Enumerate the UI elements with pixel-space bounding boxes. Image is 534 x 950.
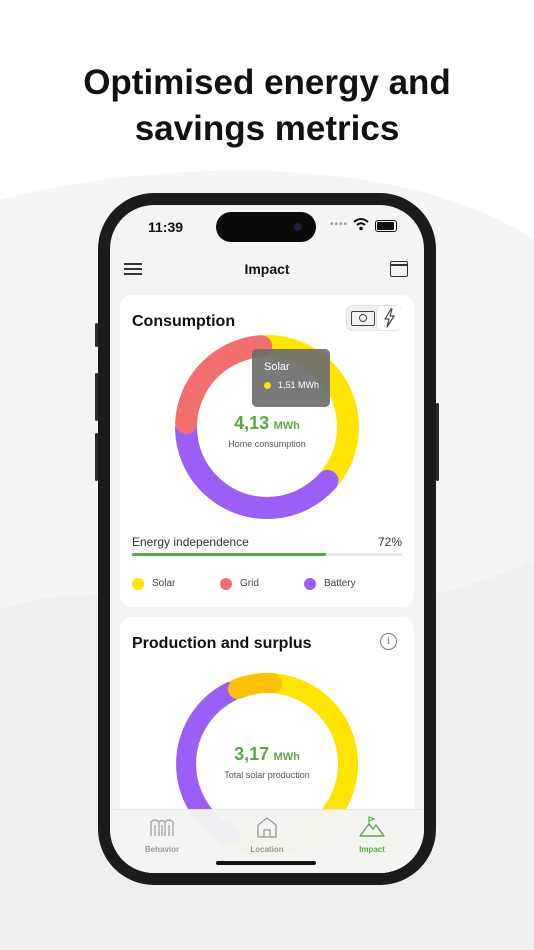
volume-up-button xyxy=(95,373,98,421)
tab-label-location: Location xyxy=(250,845,284,854)
energy-independence-label: Energy independence xyxy=(132,535,249,549)
volume-down-button xyxy=(95,433,98,481)
energy-independence-fill xyxy=(132,553,327,556)
tooltip-label: Solar xyxy=(264,361,290,373)
wifi-icon xyxy=(353,218,369,231)
chart-tooltip: Solar 1,51 MWh xyxy=(252,349,330,407)
tab-label-behavior: Behavior xyxy=(144,845,180,854)
legend-label-solar: Solar xyxy=(152,578,176,589)
behavior-icon xyxy=(150,819,174,836)
production-number: 3,17 xyxy=(234,744,270,764)
consumption-subtitle: Home consumption xyxy=(228,439,306,449)
headline-line-1: Optimised energy and xyxy=(83,63,451,102)
legend-dot-grid xyxy=(220,578,232,590)
consumption-donut-chart xyxy=(175,335,359,519)
tab-label-impact: Impact xyxy=(359,845,385,854)
tooltip-color-dot xyxy=(264,382,271,389)
status-time: 11:39 xyxy=(148,219,184,235)
consumption-card: Consumption 4,13 MWh Home consumption So… xyxy=(120,295,414,607)
legend-dot-solar xyxy=(132,578,144,590)
impact-icon xyxy=(359,816,385,837)
phone-frame: 11:39 •••• Impact Consumption 4,13 MWh H… xyxy=(95,193,439,885)
calendar-icon[interactable] xyxy=(390,261,408,277)
tab-location[interactable]: Location xyxy=(237,816,297,854)
consumption-unit: MWh xyxy=(273,420,300,432)
battery-icon xyxy=(375,220,397,232)
mute-switch xyxy=(95,323,98,347)
home-indicator xyxy=(216,861,316,865)
home-icon xyxy=(257,817,277,838)
tab-behavior[interactable]: Behavior xyxy=(132,816,192,854)
production-unit: MWh xyxy=(273,751,300,763)
nav-bar: Impact xyxy=(110,249,424,289)
donut-segment-surplus xyxy=(228,672,282,699)
page-title: Impact xyxy=(244,261,290,277)
phone-screen: 11:39 •••• Impact Consumption 4,13 MWh H… xyxy=(110,205,424,873)
production-subtitle: Total solar production xyxy=(224,770,310,780)
energy-independence-value: 72% xyxy=(377,535,402,549)
tooltip-value: 1,51 MWh xyxy=(278,380,320,390)
legend-label-battery: Battery xyxy=(324,578,356,589)
headline-line-2: savings metrics xyxy=(134,109,400,148)
power-button xyxy=(436,403,439,481)
consumption-value: 4,13 MWh xyxy=(120,413,414,434)
tab-impact[interactable]: Impact xyxy=(342,816,402,854)
legend-label-grid: Grid xyxy=(240,578,259,589)
consumption-legend: Solar Grid Battery xyxy=(132,577,402,593)
legend-dot-battery xyxy=(304,578,316,590)
consumption-number: 4,13 xyxy=(234,413,270,433)
energy-independence-bar xyxy=(132,553,402,556)
headline: Optimised energy and savings metrics xyxy=(0,60,534,152)
camera-icon xyxy=(294,223,302,231)
production-value: 3,17 MWh xyxy=(120,744,414,765)
dynamic-island xyxy=(216,212,316,242)
signal-dots-icon: •••• xyxy=(330,219,349,230)
